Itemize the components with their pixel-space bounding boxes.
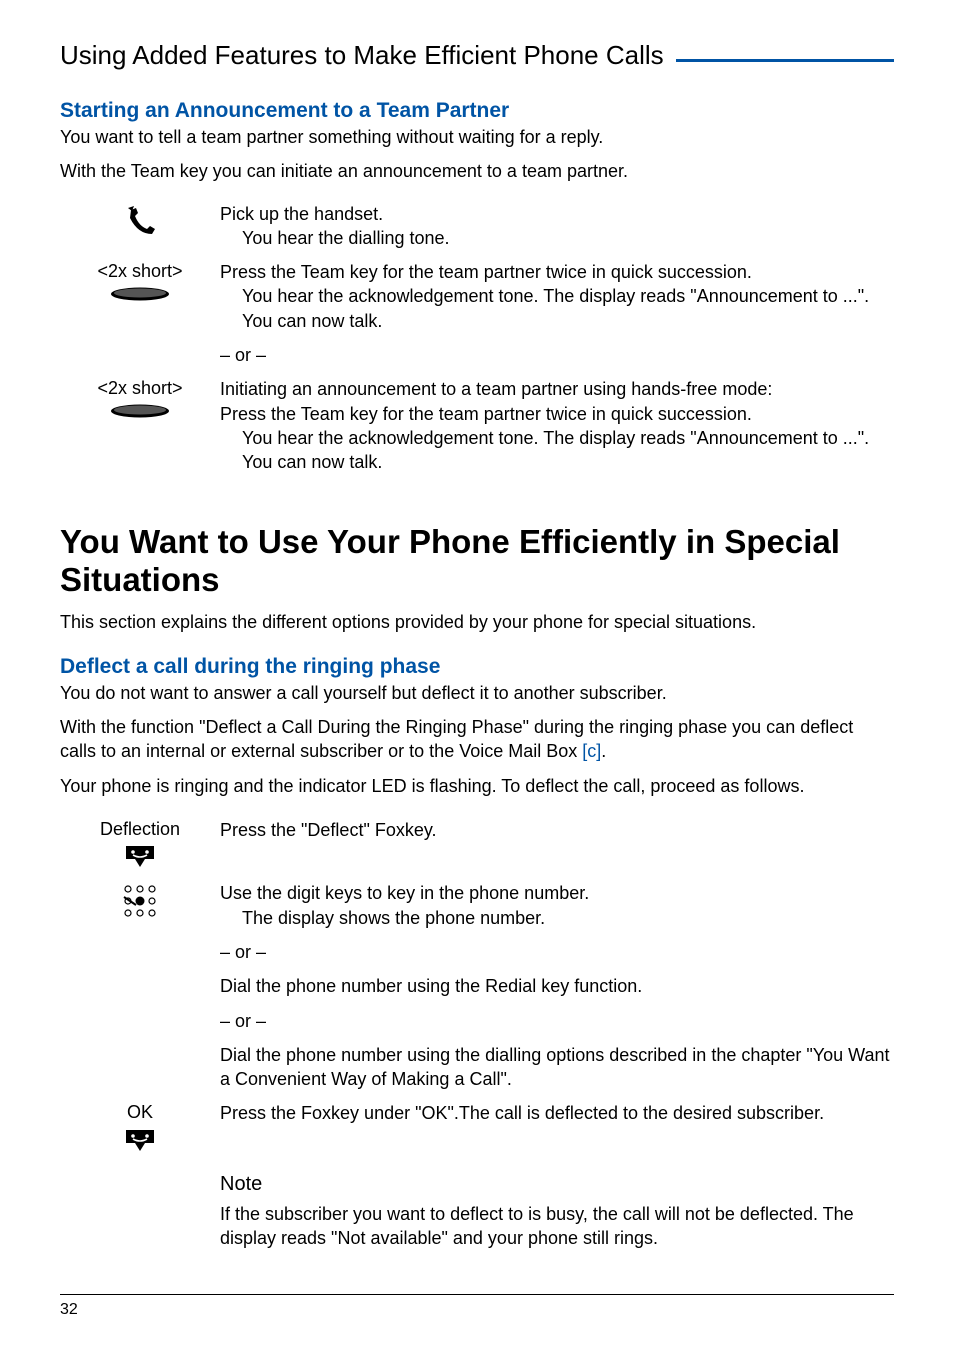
step-pickup: Pick up the handset. You hear the dialli… xyxy=(60,202,894,251)
section1-intro2: With the Team key you can initiate an an… xyxy=(60,159,894,183)
or-text-3: – or – xyxy=(220,1009,894,1033)
footer-rule xyxy=(60,1294,894,1295)
sub-heading-deflect: Deflect a call during the ringing phase xyxy=(60,655,894,679)
deflect-intro2a: With the function "Deflect a Call During… xyxy=(60,717,853,761)
press1-line1: Press the Team key for the team partner … xyxy=(220,260,894,284)
short-label-2: <2x short> xyxy=(60,377,220,400)
ok-action: Press the Foxkey under "OK".The call is … xyxy=(220,1101,894,1125)
section-heading-announcement: Starting an Announcement to a Team Partn… xyxy=(60,99,894,123)
foxkey-icon xyxy=(123,1127,157,1155)
press2-line0: Initiating an announcement to a team par… xyxy=(220,377,894,401)
short-label-1: <2x short> xyxy=(60,260,220,283)
press1-line2: You hear the acknowledgement tone. The d… xyxy=(220,284,894,333)
page-footer: 32 xyxy=(60,1294,894,1319)
page-header: Using Added Features to Make Efficient P… xyxy=(60,40,894,71)
note-heading: Note xyxy=(220,1171,894,1198)
deflect-intro2: With the function "Deflect a Call During… xyxy=(60,715,894,764)
step-press-team-2: <2x short> Initiating an announcement to… xyxy=(60,377,894,474)
section-heading-special: You Want to Use Your Phone Efficiently i… xyxy=(60,523,894,599)
page-title: Using Added Features to Make Efficient P… xyxy=(60,40,676,71)
section2-intro: This section explains the different opti… xyxy=(60,610,894,634)
handset-icon xyxy=(122,204,158,240)
note-body: If the subscriber you want to deflect to… xyxy=(220,1202,894,1251)
page-number: 32 xyxy=(60,1301,894,1319)
foxkey-icon xyxy=(123,843,157,871)
step-keypad: Use the digit keys to key in the phone n… xyxy=(60,881,894,930)
chapter-text: Dial the phone number using the dialling… xyxy=(220,1043,894,1092)
deflect-label: Deflection xyxy=(60,818,220,841)
pickup-line1: Pick up the handset. xyxy=(220,202,894,226)
note-block: Note If the subscriber you want to defle… xyxy=(60,1165,894,1251)
step-deflect: Deflection Press the "Deflect" Foxkey. xyxy=(60,818,894,871)
header-rule xyxy=(676,59,894,62)
step-or-1: – or – xyxy=(60,343,894,367)
redial-text: Dial the phone number using the Redial k… xyxy=(220,974,894,998)
press2-line1: Press the Team key for the team partner … xyxy=(220,402,894,426)
deflect-intro1: You do not want to answer a call yoursel… xyxy=(60,681,894,705)
step-chapter: Dial the phone number using the dialling… xyxy=(60,1043,894,1092)
step-redial: Dial the phone number using the Redial k… xyxy=(60,974,894,998)
deflect-intro3: Your phone is ringing and the indicator … xyxy=(60,774,894,798)
pickup-line2: You hear the dialling tone. xyxy=(220,226,894,250)
section1-intro1: You want to tell a team partner somethin… xyxy=(60,125,894,149)
or-text-2: – or – xyxy=(220,940,894,964)
ok-label: OK xyxy=(60,1101,220,1124)
or-text-1: – or – xyxy=(220,343,894,367)
step-or-2: – or – xyxy=(60,940,894,964)
keypad-icon xyxy=(120,883,160,923)
voicemail-ref-link[interactable]: [c] xyxy=(582,741,601,761)
softkey-icon xyxy=(109,403,171,419)
step-press-team-1: <2x short> Press the Team key for the te… xyxy=(60,260,894,333)
step-ok: OK Press the Foxkey under "OK".The call … xyxy=(60,1101,894,1154)
deflect-intro2c: . xyxy=(601,741,606,761)
deflect-action: Press the "Deflect" Foxkey. xyxy=(220,818,894,842)
step-or-3: – or – xyxy=(60,1009,894,1033)
keypad-line1: Use the digit keys to key in the phone n… xyxy=(220,881,894,905)
keypad-line2: The display shows the phone number. xyxy=(220,906,894,930)
press2-line2: You hear the acknowledgement tone. The d… xyxy=(220,426,894,475)
softkey-icon xyxy=(109,286,171,302)
